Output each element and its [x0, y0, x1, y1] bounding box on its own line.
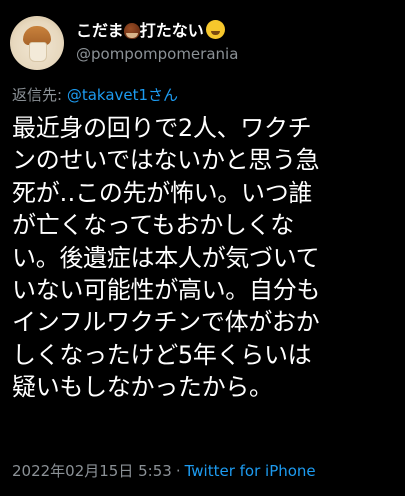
tweet-text-line: い。後遺症は本人が気づいて — [12, 243, 320, 272]
tweet-text-line: 死が‥この先が怖い。いつ誰 — [12, 178, 313, 207]
tweet-card: こだま 打たない @pompompomerania 返信先: @takavet1さ… — [0, 0, 405, 496]
mushroom-avatar-icon[interactable] — [10, 16, 64, 70]
meta-separator: · — [175, 462, 181, 480]
tweet-text-line: しくなったけど5年くらいは — [12, 340, 312, 369]
tweet-text-line: 疑いもしなかったから。 — [12, 373, 273, 402]
avatar-stem — [29, 42, 47, 62]
tweet-text-line: が亡くなってもおかしくな — [12, 211, 294, 240]
display-name[interactable]: こだま 打たない — [76, 19, 238, 43]
display-name-suffix: 打たない — [139, 21, 204, 40]
author-handle[interactable]: @pompompomerania — [76, 43, 238, 65]
tweet-header: こだま 打たない @pompompomerania — [10, 10, 393, 76]
tweet-text-line: ンのせいではないかと思う急 — [12, 146, 320, 175]
tweet-source-link[interactable]: Twitter for iPhone — [185, 462, 316, 480]
tweet-text: 最近身の回りで2人、ワクチ ンのせいではないかと思う急 死が‥この先が怖い。いつ… — [12, 112, 396, 404]
tweet-text-line: 最近身の回りで2人、ワクチ — [12, 114, 312, 142]
author-info: こだま 打たない @pompompomerania — [76, 19, 238, 65]
reply-to-line: 返信先: @takavet1さん — [12, 84, 393, 106]
reply-prefix: 返信先: — [12, 86, 67, 104]
tweet-text-line: いない可能性が高い。自分も — [12, 276, 321, 305]
chestnut-emoji-icon — [123, 23, 140, 39]
display-name-text: こだま — [76, 21, 124, 40]
tweet-meta: 2022年02月15日 5:53 · Twitter for iPhone — [12, 460, 316, 482]
tweet-text-line: インフルワクチンで体がおか — [12, 308, 320, 337]
reply-mention-link[interactable]: @takavet1さん — [67, 86, 178, 104]
tweet-timestamp[interactable]: 2022年02月15日 5:53 — [12, 462, 172, 480]
hugging-face-emoji-icon — [205, 20, 225, 39]
